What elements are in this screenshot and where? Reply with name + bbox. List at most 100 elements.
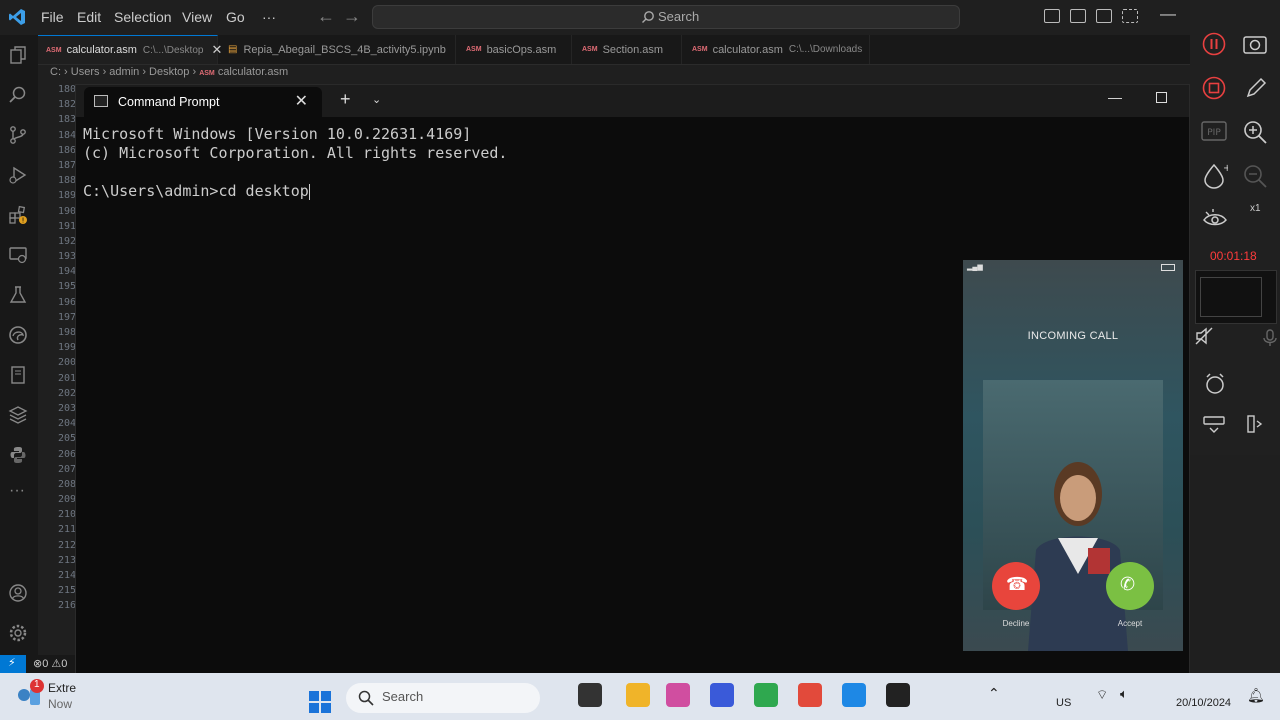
tab-path: C:\...\Desktop <box>142 44 204 56</box>
line-number: 203 <box>57 402 76 414</box>
tab-calculator-desktop[interactable]: ASM calculator.asm C:\...\Desktop ✕ <box>38 35 222 64</box>
taskbar-app-cmd[interactable] <box>886 683 910 707</box>
chevron-down-icon[interactable]: ⌄ <box>372 93 381 106</box>
windows-start-icon[interactable] <box>308 690 332 714</box>
minimize-icon[interactable]: — <box>1160 6 1176 24</box>
asm-file-icon: ASM <box>582 46 598 53</box>
maximize-icon[interactable] <box>1156 92 1167 103</box>
volume-icon[interactable]: 🔈︎ <box>1120 686 1128 702</box>
tab-label: Repia_Abegail_BSCS_4B_activity5.ipynb <box>243 43 446 56</box>
testing-flask-icon[interactable] <box>8 285 28 305</box>
more-views-icon[interactable]: ··· <box>9 482 25 500</box>
menu-edit[interactable]: Edit <box>77 9 101 25</box>
breadcrumb: C: › Users › admin › Desktop › ASM calcu… <box>50 66 289 78</box>
line-number: 195 <box>57 281 76 293</box>
alarm-clock-icon[interactable] <box>1204 372 1226 396</box>
tab-calculator-downloads[interactable]: ASM calculator.asm C:\...\Downloads <box>684 35 870 64</box>
spotlight-eye-icon[interactable] <box>1201 207 1229 229</box>
notification-bell-icon[interactable]: 🔔︎ <box>1247 687 1265 704</box>
line-number: 204 <box>57 418 76 430</box>
effects-drop-icon[interactable]: + <box>1202 162 1228 190</box>
pen-icon[interactable] <box>1244 76 1268 100</box>
settings-gear-icon[interactable] <box>8 623 28 643</box>
text-cursor <box>308 183 310 200</box>
close-tab-icon[interactable]: ✕ <box>295 91 308 111</box>
line-number: 213 <box>57 554 76 566</box>
tab-basicops[interactable]: ASM basicOps.asm <box>458 35 572 64</box>
breadcrumb-item[interactable]: ASM calculator.asm <box>199 66 288 78</box>
pip-label: PIP <box>1207 128 1221 138</box>
remote-indicator[interactable]: ⚡ <box>0 655 26 673</box>
wifi-icon[interactable]: ⌔ <box>1096 687 1108 703</box>
weather-label[interactable]: Extre <box>48 681 76 695</box>
menu-view[interactable]: View <box>182 9 212 25</box>
taskbar-app-vscode[interactable] <box>842 683 866 707</box>
account-icon[interactable] <box>8 583 28 603</box>
input-language[interactable]: US <box>1056 697 1071 709</box>
minimize-icon[interactable]: — <box>1108 89 1122 105</box>
back-arrow-icon[interactable]: ← <box>317 6 335 27</box>
taskbar-app-excel[interactable] <box>754 683 778 707</box>
line-number: 215 <box>57 585 76 597</box>
taskbar-app-copilot[interactable] <box>666 683 690 707</box>
taskbar-app-file-explorer[interactable] <box>626 683 650 707</box>
pause-record-icon[interactable] <box>1202 32 1226 56</box>
toggle-secondary-sidebar-icon[interactable] <box>1096 9 1112 23</box>
toolbar-settings-icon[interactable] <box>1202 414 1226 434</box>
recording-preview-thumbnail[interactable] <box>1195 270 1277 324</box>
layers-icon[interactable] <box>8 405 28 425</box>
line-number: 196 <box>57 296 76 308</box>
toggle-panel-icon[interactable] <box>1070 9 1086 23</box>
taskbar-app-chrome[interactable] <box>798 683 822 707</box>
accept-button[interactable]: ✆ <box>1106 562 1154 610</box>
camera-icon[interactable] <box>1242 32 1268 56</box>
svg-text:!: ! <box>22 217 25 225</box>
line-number: 184 <box>57 129 76 141</box>
microphone-icon[interactable] <box>1262 328 1278 348</box>
remote-explorer-icon[interactable] <box>8 245 28 265</box>
customize-layout-icon[interactable] <box>1122 9 1138 23</box>
tab-repia-notebook[interactable]: ▤ Repia_Abegail_BSCS_4B_activity5.ipynb <box>220 35 456 64</box>
breadcrumb-item[interactable]: C: <box>50 66 61 78</box>
extensions-icon[interactable]: ! <box>8 205 28 225</box>
edge-browser-icon[interactable] <box>8 325 28 345</box>
speaker-muted-icon[interactable] <box>1194 326 1214 346</box>
zoom-out-icon[interactable] <box>1242 163 1268 189</box>
decline-button[interactable]: ☎ <box>992 562 1040 610</box>
collapse-panel-icon[interactable] <box>1246 414 1264 434</box>
forward-arrow-icon[interactable]: → <box>343 6 361 27</box>
chevron-up-icon[interactable]: ⌃ <box>988 685 1000 702</box>
breadcrumb-item[interactable]: admin <box>109 66 139 78</box>
menu-more[interactable]: ··· <box>262 9 276 25</box>
toggle-sidebar-icon[interactable] <box>1044 9 1060 23</box>
python-icon[interactable] <box>8 445 28 465</box>
battery-icon <box>1161 264 1175 271</box>
terminal-tab[interactable]: Command Prompt ✕ <box>84 87 322 117</box>
breadcrumb-item[interactable]: Desktop <box>149 66 189 78</box>
accept-label: Accept <box>1117 619 1143 628</box>
zoom-in-icon[interactable] <box>1242 119 1268 145</box>
source-control-icon[interactable] <box>8 125 28 145</box>
menu-go[interactable]: Go <box>226 9 245 25</box>
taskbar-search[interactable]: Search <box>346 683 540 713</box>
breadcrumb-item[interactable]: Users <box>71 66 100 78</box>
pip-icon[interactable]: PIP <box>1200 120 1228 142</box>
taskbar-app-teams[interactable] <box>710 683 734 707</box>
menu-file[interactable]: File <box>41 9 64 25</box>
command-center-search[interactable]: Search <box>372 5 960 29</box>
explorer-icon[interactable] <box>8 45 28 65</box>
vscode-logo-icon <box>9 9 25 25</box>
notebook-icon[interactable] <box>8 365 28 385</box>
terminal-output[interactable]: Microsoft Windows [Version 10.0.22631.41… <box>83 125 507 201</box>
tab-label: basicOps.asm <box>486 43 557 56</box>
stop-record-icon[interactable] <box>1202 76 1226 100</box>
taskbar-date[interactable]: 20/10/2024 <box>1176 697 1231 709</box>
tab-section[interactable]: ASM Section.asm <box>574 35 682 64</box>
new-tab-icon[interactable]: + <box>340 89 351 110</box>
menu-selection[interactable]: Selection <box>114 9 172 25</box>
speed-label[interactable]: x1 <box>1250 203 1261 214</box>
problems-indicator[interactable]: ⊗0 ⚠0 <box>33 657 67 670</box>
run-debug-icon[interactable] <box>8 165 28 185</box>
taskbar-app-terminal[interactable] <box>578 683 602 707</box>
search-icon[interactable] <box>8 85 28 105</box>
